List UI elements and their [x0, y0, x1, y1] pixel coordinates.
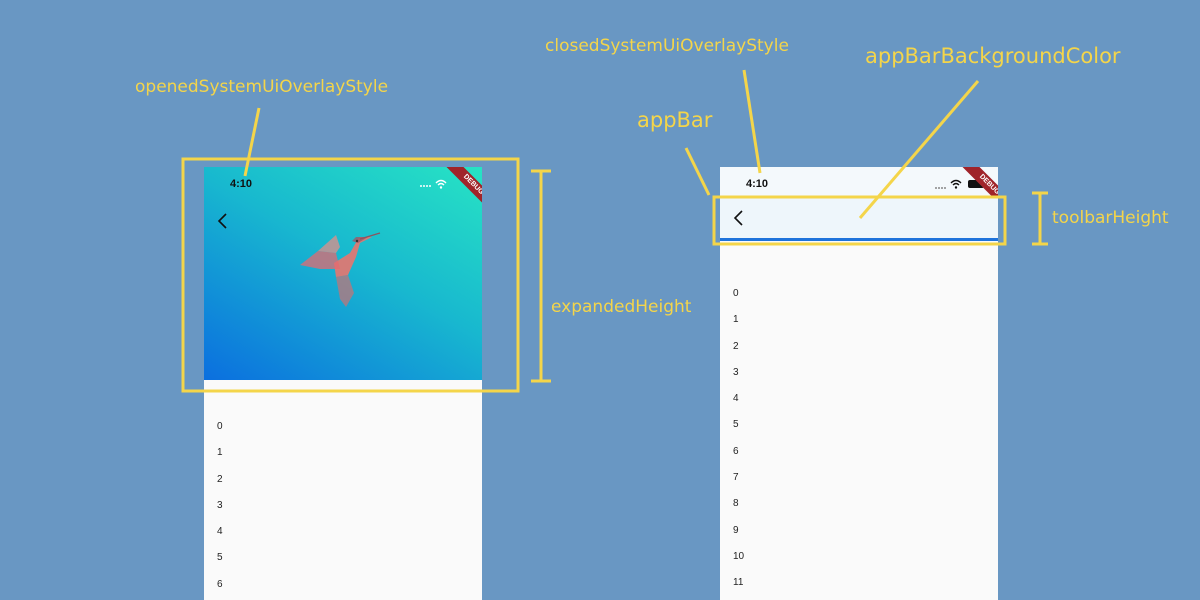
expanded-appbar-highlight — [181, 157, 520, 393]
opened-style-label: openedSystemUiOverlayStyle — [135, 77, 389, 97]
opened-style-pointer — [243, 107, 261, 177]
app-bar-pointer — [684, 147, 711, 196]
toolbar-height-label: toolbarHeight — [1052, 208, 1169, 228]
app-bar-bg-label: appBarBackgroundColor — [865, 44, 1121, 68]
app-bar-highlight — [712, 195, 1007, 246]
expanded-height-label: expandedHeight — [551, 297, 692, 317]
closed-style-label: closedSystemUiOverlayStyle — [545, 36, 789, 56]
closed-style-pointer — [742, 69, 762, 174]
app-bar-label: appBar — [637, 108, 713, 132]
